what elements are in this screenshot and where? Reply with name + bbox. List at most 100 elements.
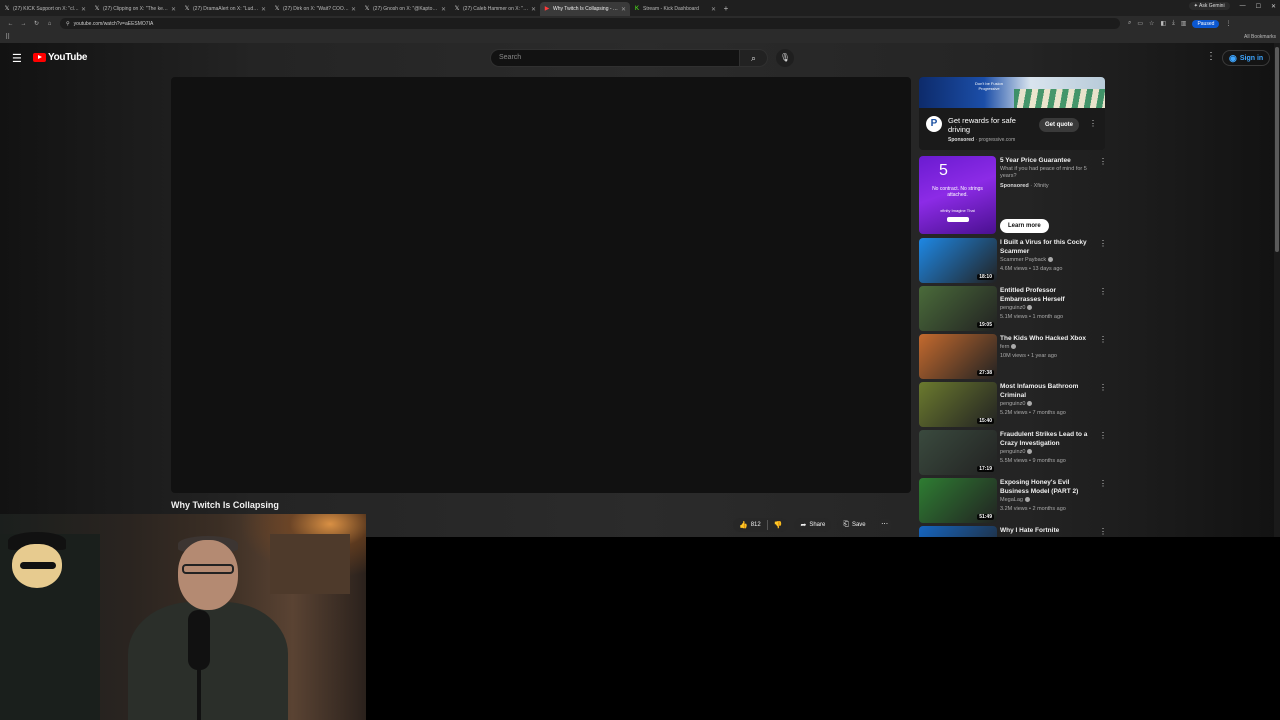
share-button[interactable]: ➦ Share [794,518,832,532]
video-thumbnail[interactable]: 19:05 [919,286,997,331]
video-title-link[interactable]: I Built a Virus for this Cocky Scammer [1000,238,1092,256]
video-menu-icon[interactable]: ⋮ [1099,239,1107,248]
browser-tab[interactable]: 𝕏 (27) KICK Support on X: "claims ✕ [0,2,90,16]
video-title-link[interactable]: Most Infamous Bathroom Criminal [1000,382,1092,400]
video-thumbnail[interactable]: 51:49 [919,478,997,523]
tab-close-icon[interactable]: ✕ [711,6,716,13]
search-input[interactable]: Search [490,49,740,67]
browser-tab[interactable]: 𝕏 (27) Gnosh on X: "@Kaptor_ Co ✕ [360,2,450,16]
tab-close-icon[interactable]: ✕ [81,6,86,13]
channel-name[interactable]: penguinz0 [1000,305,1025,311]
ad-menu-icon[interactable]: ⋮ [1089,119,1097,128]
settings-menu-icon[interactable]: ⋮ [1206,51,1216,62]
profile-paused-button[interactable]: Paused [1192,19,1220,28]
video-menu-icon[interactable]: ⋮ [1099,287,1107,296]
ask-gemini-button[interactable]: ✦ Ask Gemini [1188,2,1230,10]
ad-title[interactable]: Get rewards for safe driving [948,116,1034,134]
video-menu-icon[interactable]: ⋮ [1099,527,1107,536]
download-icon[interactable]: ⤓ [1172,20,1175,27]
recommended-video[interactable]: 15:40 Most Infamous Bathroom Criminal peng… [919,382,1107,428]
video-title-link[interactable]: Entitled Professor Embarrasses Herself [1000,286,1092,304]
bookmark-star-icon[interactable]: ☆ [1149,20,1154,27]
dislike-icon[interactable]: 👎 [774,521,783,529]
channel-name[interactable]: penguinz0 [1000,401,1025,407]
video-thumbnail[interactable] [919,526,997,537]
youtube-logo[interactable]: YouTube [33,52,88,63]
browser-menu-icon[interactable]: ⋮ [1225,20,1231,27]
channel-name[interactable]: Scammer Payback [1000,257,1046,263]
more-actions-button[interactable]: ⋯ [877,518,892,532]
like-count[interactable]: 812 [751,522,761,528]
extension-icon[interactable]: ◧ [1160,20,1166,27]
sponsored-thumbnail[interactable]: 5 No contract. No strings attached. xfin… [919,156,996,234]
save-button[interactable]: ⎗ Save [837,518,872,532]
ad-card[interactable]: Don't be Fusion Progressive P Get reward… [919,77,1105,150]
sponsored-video-card[interactable]: 5 No contract. No strings attached. xfin… [919,156,1107,236]
video-thumbnail[interactable]: 18:10 [919,238,997,283]
video-menu-icon[interactable]: ⋮ [1099,335,1107,344]
recommended-video[interactable]: 17:19 Fraudulent Strikes Lead to a Crazy … [919,430,1107,476]
video-title-link[interactable]: Why I Hate Fortnite [1000,526,1092,535]
forward-icon[interactable]: → [17,21,30,27]
close-window-icon[interactable]: ✕ [1271,3,1276,10]
home-icon[interactable]: ⌂ [43,21,56,27]
video-thumbnail[interactable]: 27:38 [919,334,997,379]
channel-name[interactable]: penguinz0 [1000,449,1025,455]
channel-name[interactable]: MegaLag [1000,497,1023,503]
tab-close-icon[interactable]: ✕ [531,6,536,13]
site-info-icon[interactable]: ⚲ [66,21,70,27]
hamburger-menu-icon[interactable]: ☰ [12,52,22,65]
browser-tab[interactable]: K Stream - Kick Dashboard ✕ [630,2,720,16]
get-quote-button[interactable]: Get quote [1039,118,1079,132]
video-title-link[interactable]: The Kids Who Hacked Xbox [1000,334,1092,343]
zoom-icon[interactable]: ⌕ [1128,20,1131,27]
sponsored-menu-icon[interactable]: ⋮ [1099,157,1107,166]
page-scrollbar[interactable] [1274,43,1280,537]
sponsored-title[interactable]: 5 Year Price Guarantee [1000,157,1092,164]
recommended-video[interactable]: 27:38 The Kids Who Hacked Xbox fern 10M vie… [919,334,1107,380]
browser-tab[interactable]: 𝕏 (27) DramaAlert on X: "Ludwig ✕ [180,2,270,16]
back-icon[interactable]: ← [4,21,17,27]
video-title-link[interactable]: Fraudulent Strikes Lead to a Crazy Inves… [1000,430,1092,448]
tab-close-icon[interactable]: ✕ [261,6,266,13]
video-menu-icon[interactable]: ⋮ [1099,431,1107,440]
channel-name-row: MegaLag [1000,497,1030,503]
browser-tab[interactable]: 𝕏 (27) Caleb Hammer on X: "Twit ✕ [450,2,540,16]
apps-grid-icon[interactable]: ⠿ [5,33,10,41]
sign-in-button[interactable]: ◉ Sign in [1222,50,1271,66]
video-title-link[interactable]: Exposing Honey's Evil Business Model (PA… [1000,478,1092,496]
voice-search-button[interactable]: 🎙 [776,49,794,67]
recommended-video[interactable]: 51:49 Exposing Honey's Evil Business Mode… [919,478,1107,524]
channel-name[interactable]: fern [1000,344,1009,350]
tab-close-icon[interactable]: ✕ [441,6,446,13]
new-tab-button[interactable]: + [720,4,732,13]
video-menu-icon[interactable]: ⋮ [1099,479,1107,488]
tab-close-icon[interactable]: ✕ [171,6,176,13]
reload-icon[interactable]: ↻ [30,20,43,27]
maximize-icon[interactable]: ☐ [1256,3,1261,10]
tab-close-icon[interactable]: ✕ [351,6,356,13]
ad-banner-image[interactable]: Don't be Fusion Progressive [919,77,1105,108]
like-icon[interactable]: 👍 [739,521,748,529]
minimize-icon[interactable]: — [1240,3,1246,9]
scrollbar-thumb[interactable] [1275,47,1279,252]
recommended-video[interactable]: Why I Hate Fortnite ⋮ [919,526,1107,537]
url-field[interactable]: ⚲ youtube.com/watch?v=aEESMO7IA [60,18,1120,29]
browser-tab[interactable]: 𝕏 (27) Clipping on X: "The kep 3/✕ [90,2,180,16]
all-bookmarks-button[interactable]: All Bookmarks [1244,34,1276,40]
recommended-video[interactable]: 18:10 I Built a Virus for this Cocky Scam… [919,238,1107,284]
browser-tab[interactable]: 𝕏 (27) Dirk on X: "Wait? COOKE ✕ [270,2,360,16]
video-thumbnail[interactable]: 15:40 [919,382,997,427]
video-menu-icon[interactable]: ⋮ [1099,383,1107,392]
recommended-video[interactable]: 19:05 Entitled Professor Embarrasses Hers… [919,286,1107,332]
x-icon: 𝕏 [454,6,460,12]
browser-tab[interactable]: ▶ Why Twitch Is Collapsing - You ✕ [540,2,630,16]
learn-more-button[interactable]: Learn more [1000,219,1049,233]
search-button[interactable]: ⌕ [740,49,768,67]
cast-icon[interactable]: ▭ [1137,20,1143,27]
video-thumbnail[interactable]: 17:19 [919,430,997,475]
video-meta: 4.6M views • 13 days ago [1000,266,1063,272]
sidepanel-icon[interactable]: ▥ [1181,20,1187,27]
video-player[interactable] [171,77,911,493]
tab-close-icon[interactable]: ✕ [621,6,626,13]
